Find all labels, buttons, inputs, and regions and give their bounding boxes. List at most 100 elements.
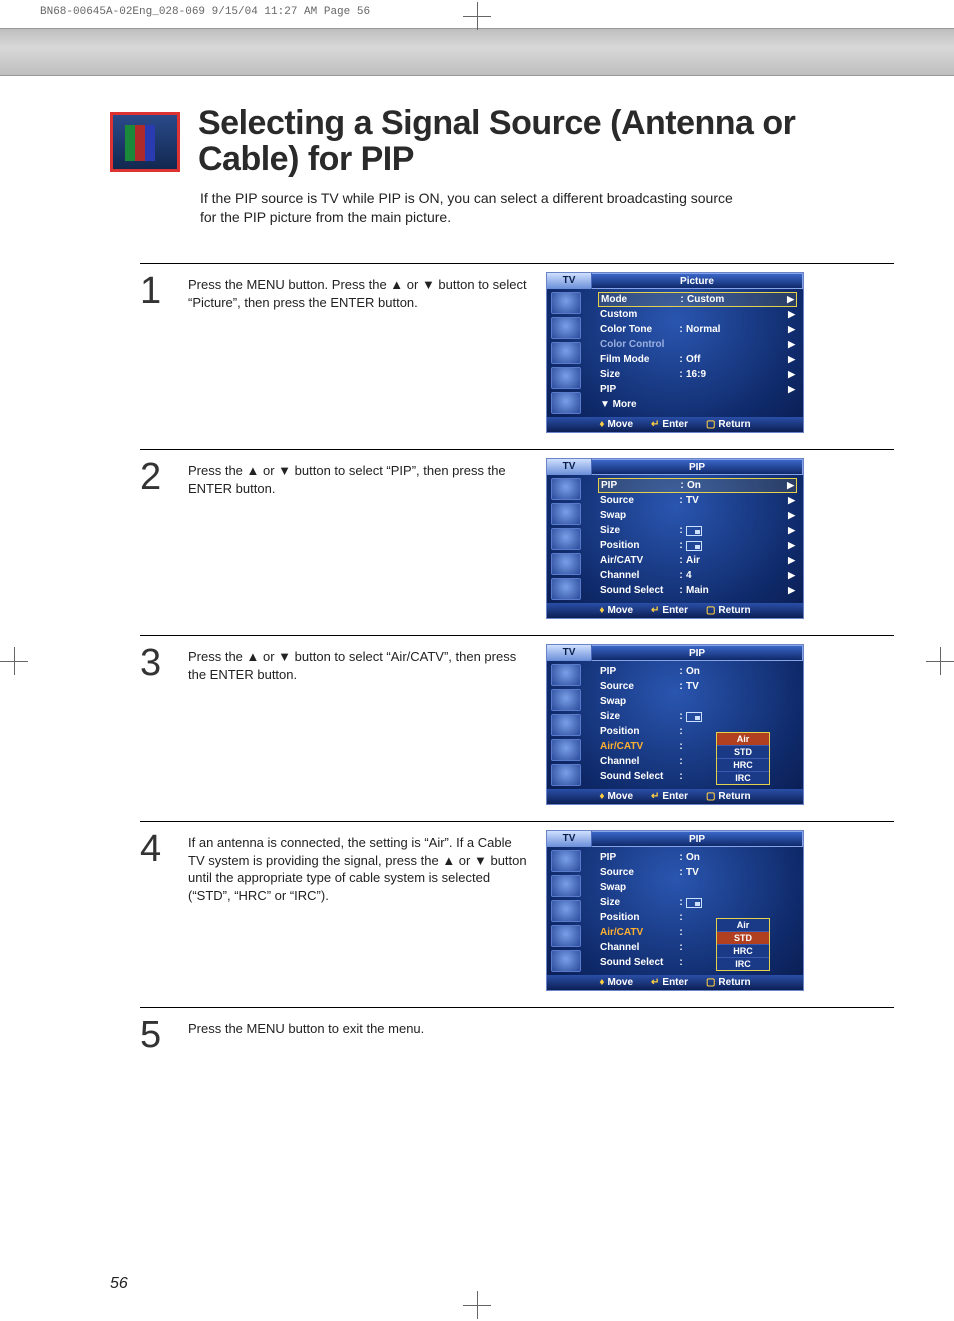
crop-mark-left — [0, 647, 28, 675]
step-text: Press the ▲ or ▼ button to select “Air/C… — [188, 644, 528, 805]
osd-footer: ♦Move ↵Enter ▢Return — [547, 417, 803, 432]
crop-mark-right — [926, 647, 954, 675]
osd-row[interactable]: Position: AirSTDHRCIRC — [598, 724, 797, 739]
osd-row[interactable]: Air/CATV: Air▶ — [598, 553, 797, 568]
osd-row[interactable]: Swap — [598, 694, 797, 709]
step-text: Press the MENU button. Press the ▲ or ▼ … — [188, 272, 528, 433]
osd-category-icon — [551, 392, 581, 414]
osd-category-icon — [551, 317, 581, 339]
osd-option[interactable]: IRC — [717, 957, 769, 970]
osd-category-icon — [551, 900, 581, 922]
osd-row[interactable]: Swap — [598, 880, 797, 895]
osd-row[interactable]: Sound Select: Main▶ — [598, 583, 797, 598]
step-text: Press the MENU button to exit the menu. — [188, 1016, 528, 1054]
osd-row[interactable]: Size: ▶ — [598, 523, 797, 538]
osd-tab: TV — [547, 273, 592, 289]
lead-paragraph: If the PIP source is TV while PIP is ON,… — [110, 189, 750, 227]
osd-category-icon — [551, 553, 581, 575]
osd-category-icon — [551, 714, 581, 736]
osd-tab: TV — [547, 831, 592, 847]
osd-row[interactable]: Custom ▶ — [598, 307, 797, 322]
osd-option-list: AirSTDHRCIRC — [716, 732, 770, 785]
osd-category-icon — [551, 689, 581, 711]
step-text: If an antenna is connected, the setting … — [188, 830, 528, 991]
osd-row[interactable]: Color Control ▶ — [598, 337, 797, 352]
osd-title: PIP — [592, 459, 803, 475]
osd-option[interactable]: Air — [717, 733, 769, 745]
osd-pip-menu: TV PIP PIP: On Source: TV Swap Size: Pos… — [546, 644, 804, 805]
step-3: 3 Press the ▲ or ▼ button to select “Air… — [140, 635, 894, 819]
osd-row[interactable]: Size: 16:9▶ — [598, 367, 797, 382]
pip-box-icon — [686, 898, 702, 908]
osd-sidebar — [547, 661, 592, 789]
step-4: 4 If an antenna is connected, the settin… — [140, 821, 894, 1005]
step-number: 3 — [140, 644, 170, 805]
osd-category-icon — [551, 739, 581, 761]
osd-option[interactable]: STD — [717, 745, 769, 758]
page-title: Selecting a Signal Source (Antenna or Ca… — [198, 106, 894, 177]
osd-row[interactable]: Position: AirSTDHRCIRC — [598, 910, 797, 925]
osd-category-icon — [551, 875, 581, 897]
osd-sidebar — [547, 475, 592, 603]
osd-footer: ♦Move ↵Enter ▢Return — [547, 603, 803, 618]
osd-row[interactable]: PIP: On▶ — [598, 478, 797, 493]
osd-category-icon — [551, 503, 581, 525]
osd-category-icon — [551, 764, 581, 786]
osd-option[interactable]: HRC — [717, 758, 769, 771]
tv-icon — [110, 112, 180, 172]
step-number: 4 — [140, 830, 170, 991]
osd-title: PIP — [592, 831, 803, 847]
osd-pip-menu: TV PIP PIP: On Source: TV Swap Size: Pos… — [546, 830, 804, 991]
osd-category-icon — [551, 925, 581, 947]
osd-footer: ♦Move ↵Enter ▢Return — [547, 789, 803, 804]
osd-category-icon — [551, 950, 581, 972]
osd-row[interactable]: PIP: On — [598, 664, 797, 679]
osd-row[interactable]: Mode: Custom▶ — [598, 292, 797, 307]
osd-row[interactable]: Color Tone: Normal▶ — [598, 322, 797, 337]
osd-row[interactable]: Channel: 4▶ — [598, 568, 797, 583]
osd-category-icon — [551, 664, 581, 686]
osd-row[interactable]: Source: TV — [598, 679, 797, 694]
pip-box-icon — [686, 712, 702, 722]
osd-option-list: AirSTDHRCIRC — [716, 918, 770, 971]
osd-row[interactable]: PIP: On — [598, 850, 797, 865]
osd-category-icon — [551, 367, 581, 389]
page-number: 56 — [110, 1275, 128, 1293]
osd-row[interactable]: Position: ▶ — [598, 538, 797, 553]
osd-row[interactable]: PIP ▶ — [598, 382, 797, 397]
osd-title: Picture — [592, 273, 803, 289]
osd-picture-menu: TV Picture Mode: Custom▶ Custom ▶ Color … — [546, 272, 804, 433]
osd-footer: ♦Move ↵Enter ▢Return — [547, 975, 803, 990]
osd-pip-menu: TV PIP PIP: On▶ Source: TV▶ Swap ▶ Size:… — [546, 458, 804, 619]
step-5: 5 Press the MENU button to exit the menu… — [140, 1007, 894, 1068]
osd-row[interactable]: Source: TV▶ — [598, 493, 797, 508]
osd-row[interactable]: ▼ More — [598, 397, 797, 412]
step-1: 1 Press the MENU button. Press the ▲ or … — [140, 263, 894, 447]
osd-row[interactable]: Size: — [598, 709, 797, 724]
osd-category-icon — [551, 578, 581, 600]
osd-row[interactable]: Source: TV — [598, 865, 797, 880]
osd-sidebar — [547, 289, 592, 417]
crop-mark-bottom — [463, 1291, 491, 1319]
pip-box-icon — [686, 541, 702, 551]
step-2: 2 Press the ▲ or ▼ button to select “PIP… — [140, 449, 894, 633]
osd-category-icon — [551, 528, 581, 550]
step-text: Press the ▲ or ▼ button to select “PIP”,… — [188, 458, 528, 619]
osd-category-icon — [551, 292, 581, 314]
osd-row[interactable]: Size: — [598, 895, 797, 910]
osd-category-icon — [551, 478, 581, 500]
osd-option[interactable]: STD — [717, 931, 769, 944]
osd-option[interactable]: Air — [717, 919, 769, 931]
pip-box-icon — [686, 526, 702, 536]
step-number: 2 — [140, 458, 170, 619]
osd-tab: TV — [547, 459, 592, 475]
osd-option[interactable]: IRC — [717, 771, 769, 784]
decorative-header-bar — [0, 28, 954, 76]
step-number: 1 — [140, 272, 170, 433]
step-number: 5 — [140, 1016, 170, 1054]
osd-option[interactable]: HRC — [717, 944, 769, 957]
osd-row[interactable]: Swap ▶ — [598, 508, 797, 523]
osd-row[interactable]: Film Mode: Off▶ — [598, 352, 797, 367]
osd-tab: TV — [547, 645, 592, 661]
osd-category-icon — [551, 342, 581, 364]
